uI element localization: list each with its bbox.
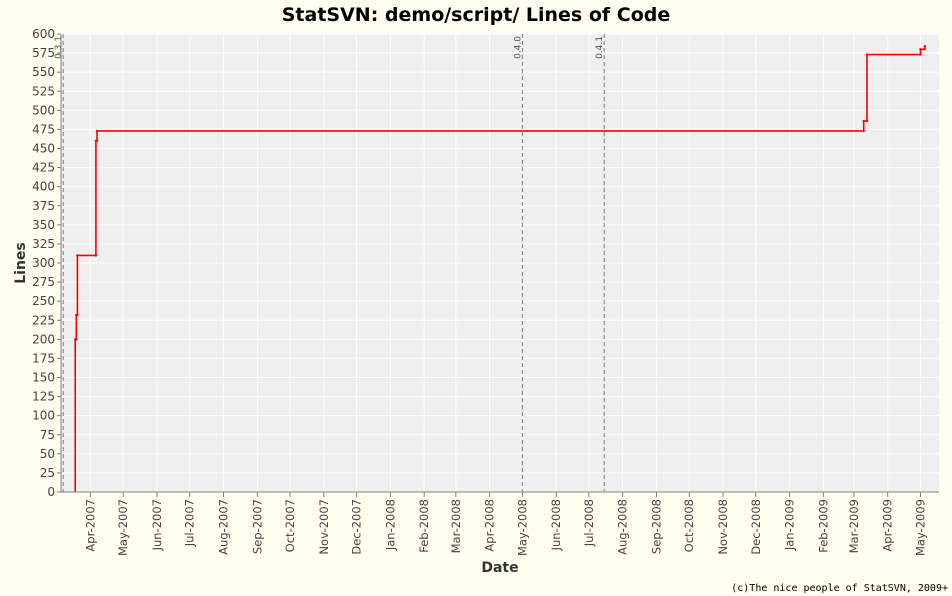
series-point <box>95 139 99 143</box>
x-tick-label: Nov-2007 <box>317 499 331 555</box>
series-point <box>95 129 99 133</box>
release-marker-label: 0.3.1 <box>54 36 64 59</box>
y-tick-label: 500 <box>32 103 55 117</box>
y-tick-label: 450 <box>32 142 55 156</box>
x-tick-label: Nov-2008 <box>716 499 730 555</box>
series-point <box>75 338 78 341</box>
series-point <box>865 119 869 123</box>
x-tick-label: Jan-2008 <box>383 499 397 551</box>
y-tick-label: 425 <box>32 161 55 175</box>
y-tick-label: 350 <box>32 218 55 232</box>
series-point <box>865 53 869 56</box>
x-tick-label: Oct-2007 <box>283 499 297 552</box>
x-tick-label: Dec-2007 <box>350 499 364 555</box>
y-tick-label: 275 <box>32 275 55 289</box>
series-point <box>862 119 865 123</box>
x-tick-label: Jun-2007 <box>150 499 164 551</box>
y-tick-label: 375 <box>32 199 55 213</box>
x-tick-label: May-2007 <box>116 499 130 556</box>
y-tick-label: 200 <box>32 332 55 346</box>
y-tick-label: 175 <box>32 351 55 365</box>
x-tick-label: Jan-2009 <box>783 499 797 551</box>
y-tick-label: 50 <box>40 447 55 461</box>
series-point <box>94 254 98 257</box>
x-tick-label: Jun-2008 <box>549 499 563 551</box>
x-tick-label: Jul-2007 <box>183 499 197 547</box>
footer-credit: (c)The nice people of StatSVN, 2009+ <box>731 583 948 594</box>
y-tick-label: 25 <box>40 466 55 480</box>
x-tick-label: Apr-2008 <box>483 499 497 552</box>
y-tick-label: 550 <box>32 65 55 79</box>
y-tick-label: 575 <box>32 46 55 60</box>
y-tick-label: 475 <box>32 122 55 136</box>
x-tick-label: Aug-2007 <box>217 499 231 555</box>
x-tick-label: Apr-2007 <box>83 499 97 552</box>
chart-title: StatSVN: demo/script/ Lines of Code <box>282 4 671 26</box>
x-tick-label: Aug-2008 <box>616 499 630 555</box>
line-chart: StatSVN: demo/script/ Lines of Code 0.3.… <box>13 4 939 576</box>
series-point <box>76 254 79 257</box>
y-tick-label: 75 <box>40 428 55 442</box>
x-axis-ticks: Apr-2007 May-2007 Jun-2007 Jul-2007 Aug-2007… <box>83 492 927 556</box>
x-tick-label: Mar-2008 <box>449 499 463 553</box>
x-tick-label: May-2009 <box>913 499 927 556</box>
x-axis-label: Date <box>481 560 518 576</box>
x-tick-label: Feb-2008 <box>417 499 431 553</box>
release-marker-label: 0.4.1 <box>595 36 605 59</box>
y-tick-label: 400 <box>32 180 55 194</box>
y-tick-label: 150 <box>32 371 55 385</box>
y-tick-label: 225 <box>32 313 55 327</box>
x-tick-label: May-2008 <box>515 499 529 556</box>
series-point <box>923 48 927 51</box>
x-tick-label: Sep-2007 <box>250 499 264 554</box>
y-tick-label: 125 <box>32 390 55 404</box>
series-point <box>862 129 865 133</box>
series-point <box>76 313 79 317</box>
x-tick-label: Dec-2008 <box>749 499 763 555</box>
x-tick-label: Oct-2008 <box>682 499 696 552</box>
x-tick-label: Sep-2008 <box>650 499 664 554</box>
y-tick-label: 100 <box>32 409 55 423</box>
release-marker-label: 0.4.0 <box>513 36 523 59</box>
y-tick-label: 250 <box>32 294 55 308</box>
x-tick-label: Mar-2009 <box>847 499 861 553</box>
y-tick-label: 0 <box>47 485 55 499</box>
y-axis-label: Lines <box>13 242 29 284</box>
y-tick-label: 325 <box>32 237 55 251</box>
x-tick-label: Jul-2008 <box>582 499 596 547</box>
y-tick-label: 525 <box>32 84 55 98</box>
y-tick-label: 300 <box>32 256 55 270</box>
series-point <box>919 53 922 56</box>
y-axis-ticks: 0 25 50 75 100 125 150 175 200 225 250 275 300 325 350… <box>32 27 61 499</box>
series-point <box>923 45 927 48</box>
x-tick-label: Apr-2009 <box>881 499 895 552</box>
y-tick-label: 600 <box>32 27 55 41</box>
x-tick-label: Feb-2009 <box>816 499 830 553</box>
series-point <box>919 48 922 51</box>
